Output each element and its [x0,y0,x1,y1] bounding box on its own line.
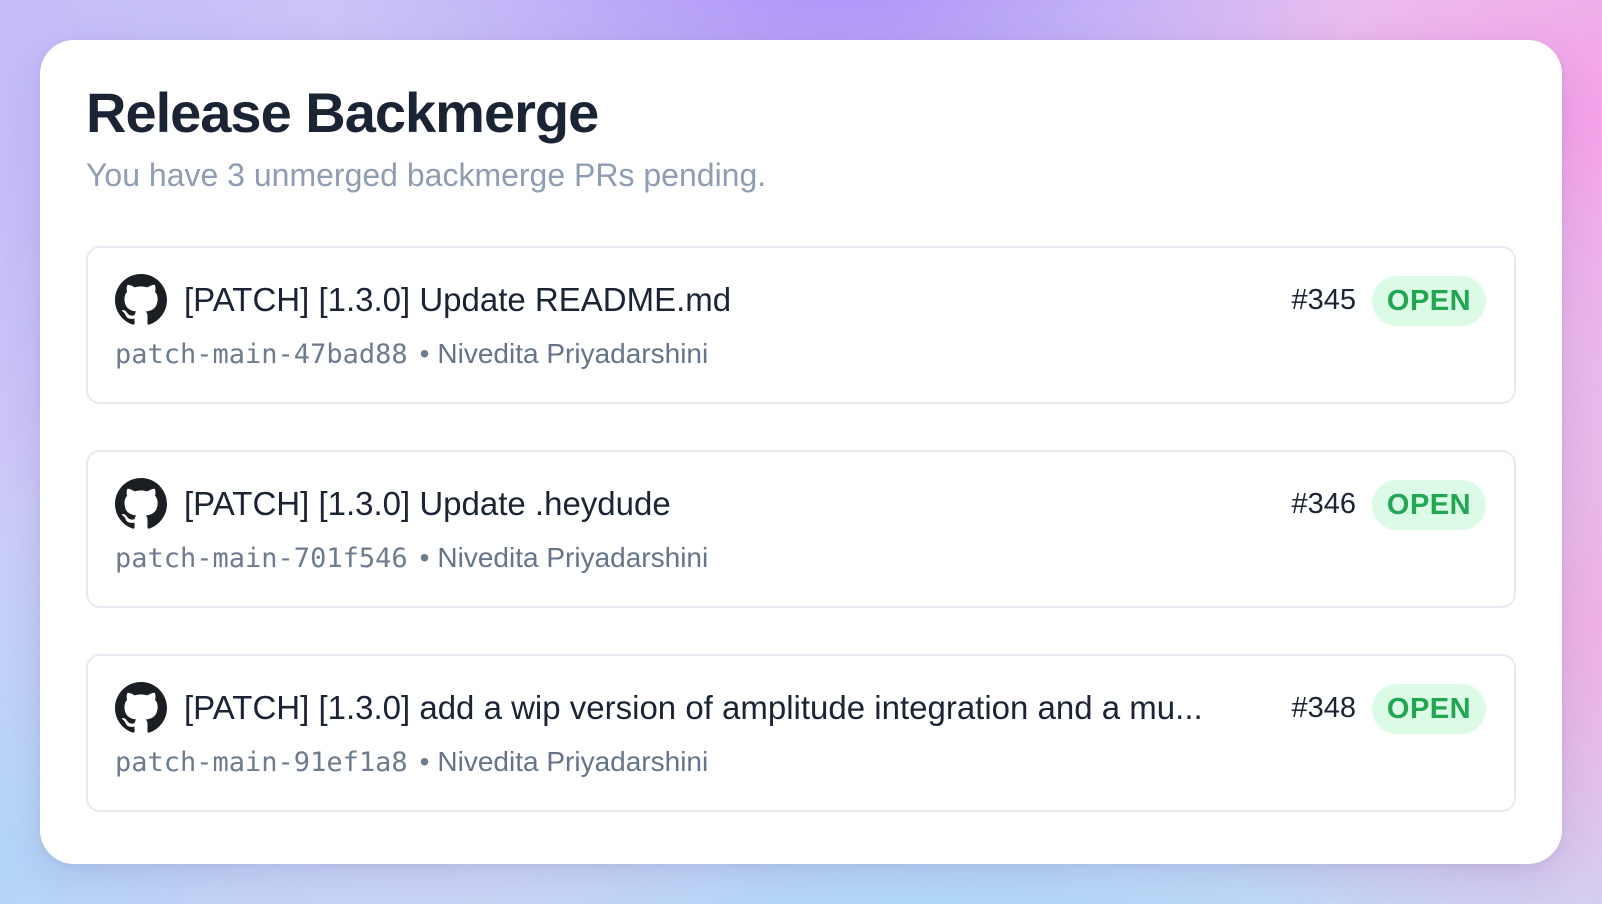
pr-number[interactable]: #348 [1291,690,1356,726]
pr-branch: patch-main-47bad88 [115,339,408,370]
status-badge: OPEN [1372,276,1486,326]
pr-branch: patch-main-91ef1a8 [115,747,408,778]
pr-title[interactable]: [PATCH] [1.3.0] add a wip version of amp… [184,688,1234,728]
pr-author: Nivedita Priyadarshini [437,542,709,573]
meta-separator: • [419,746,430,777]
pr-author: Nivedita Priyadarshini [437,746,709,777]
pr-number[interactable]: #346 [1291,486,1356,522]
status-badge: OPEN [1372,684,1486,734]
github-icon [115,478,167,530]
pr-title[interactable]: [PATCH] [1.3.0] Update README.md [184,280,1234,320]
pr-meta: patch-main-91ef1a8 • Nivedita Priyadarshin… [115,744,708,781]
status-badge: OPEN [1372,480,1486,530]
pr-branch: patch-main-701f546 [115,543,408,574]
github-icon [115,682,167,734]
pr-list-item[interactable]: [PATCH] [1.3.0] add a wip version of amp… [86,654,1516,812]
pr-meta: patch-main-701f546 • Nivedita Priyadarshin… [115,540,708,577]
pr-author: Nivedita Priyadarshini [437,338,709,369]
pr-number[interactable]: #345 [1291,282,1356,318]
meta-separator: • [419,338,430,369]
pr-meta: patch-main-47bad88 • Nivedita Priyadarshin… [115,336,708,373]
pr-list-item[interactable]: [PATCH] [1.3.0] Update .heydude #346 OPE… [86,450,1516,608]
page-title: Release Backmerge [86,81,599,144]
page-subtitle: You have 3 unmerged backmerge PRs pendin… [86,157,767,193]
pr-title[interactable]: [PATCH] [1.3.0] Update .heydude [184,484,1234,524]
github-icon [115,274,167,326]
backmerge-card: Release Backmerge You have 3 unmerged ba… [40,40,1562,864]
pr-list: [PATCH] [1.3.0] Update README.md #345 OP… [86,246,1516,812]
meta-separator: • [419,542,430,573]
pr-list-item[interactable]: [PATCH] [1.3.0] Update README.md #345 OP… [86,246,1516,404]
